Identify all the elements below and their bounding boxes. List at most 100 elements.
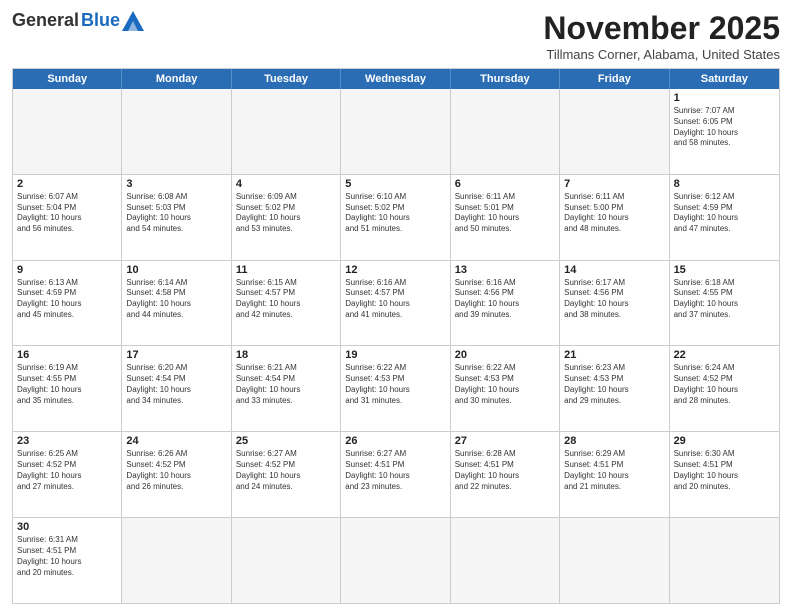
calendar-row-4: 23 Sunrise: 6:25 AM Sunset: 4:52 PM Dayli… [13, 431, 779, 517]
calendar-day-11: 11 Sunrise: 6:15 AM Sunset: 4:57 PM Dayli… [232, 261, 341, 346]
calendar-row-5: 30 Sunrise: 6:31 AM Sunset: 4:51 PM Dayli… [13, 517, 779, 603]
weekday-header-thursday: Thursday [451, 69, 560, 89]
calendar-day-20: 20Sunrise: 6:22 AM Sunset: 4:53 PM Dayli… [451, 346, 560, 431]
day-number: 19 [345, 349, 445, 361]
day-info: Sunrise: 6:11 AM Sunset: 5:00 PM Dayligh… [564, 192, 664, 235]
day-info: Sunrise: 6:28 AM Sunset: 4:51 PM Dayligh… [455, 449, 555, 492]
calendar-day-3: 3Sunrise: 6:08 AM Sunset: 5:03 PM Daylig… [122, 175, 231, 260]
day-info: Sunrise: 6:22 AM Sunset: 4:53 PM Dayligh… [345, 363, 445, 406]
calendar-day-24: 24 Sunrise: 6:26 AM Sunset: 4:52 PM Dayli… [122, 432, 231, 517]
day-info: Sunrise: 6:21 AM Sunset: 4:54 PM Dayligh… [236, 363, 336, 406]
day-number: 11 [236, 264, 336, 276]
calendar-day-4: 4Sunrise: 6:09 AM Sunset: 5:02 PM Daylig… [232, 175, 341, 260]
day-info: Sunrise: 6:20 AM Sunset: 4:54 PM Dayligh… [126, 363, 226, 406]
calendar-day-empty-0-1 [122, 89, 231, 174]
day-number: 16 [17, 349, 117, 361]
day-number: 5 [345, 178, 445, 190]
calendar-day-26: 26 Sunrise: 6:27 AM Sunset: 4:51 PM Dayli… [341, 432, 450, 517]
day-info: Sunrise: 6:31 AM Sunset: 4:51 PM Dayligh… [17, 535, 117, 578]
logo-triangle-icon [122, 11, 144, 31]
day-number: 30 [17, 521, 117, 533]
logo: General Blue [12, 10, 144, 31]
day-info: Sunrise: 6:09 AM Sunset: 5:02 PM Dayligh… [236, 192, 336, 235]
day-number: 24 [126, 435, 226, 447]
calendar-day-empty-5-5 [560, 518, 669, 603]
day-number: 8 [674, 178, 775, 190]
calendar-day-14: 14Sunrise: 6:17 AM Sunset: 4:56 PM Dayli… [560, 261, 669, 346]
logo-blue-text: Blue [81, 10, 120, 31]
day-info: Sunrise: 6:15 AM Sunset: 4:57 PM Dayligh… [236, 278, 336, 321]
calendar-day-9: 9Sunrise: 6:13 AM Sunset: 4:59 PM Daylig… [13, 261, 122, 346]
day-info: Sunrise: 6:27 AM Sunset: 4:51 PM Dayligh… [345, 449, 445, 492]
weekday-header-friday: Friday [560, 69, 669, 89]
title-block: November 2025 Tillmans Corner, Alabama, … [543, 10, 780, 62]
day-number: 25 [236, 435, 336, 447]
calendar-day-empty-5-2 [232, 518, 341, 603]
calendar-day-15: 15Sunrise: 6:18 AM Sunset: 4:55 PM Dayli… [670, 261, 779, 346]
calendar-day-empty-5-4 [451, 518, 560, 603]
calendar-day-empty-0-2 [232, 89, 341, 174]
day-number: 23 [17, 435, 117, 447]
calendar-day-22: 22Sunrise: 6:24 AM Sunset: 4:52 PM Dayli… [670, 346, 779, 431]
day-number: 10 [126, 264, 226, 276]
calendar-day-1: 1Sunrise: 7:07 AM Sunset: 6:05 PM Daylig… [670, 89, 779, 174]
month-title: November 2025 [543, 10, 780, 47]
day-info: Sunrise: 6:16 AM Sunset: 4:56 PM Dayligh… [455, 278, 555, 321]
day-info: Sunrise: 6:25 AM Sunset: 4:52 PM Dayligh… [17, 449, 117, 492]
calendar-day-25: 25Sunrise: 6:27 AM Sunset: 4:52 PM Dayli… [232, 432, 341, 517]
day-number: 2 [17, 178, 117, 190]
day-number: 26 [345, 435, 445, 447]
day-number: 6 [455, 178, 555, 190]
day-number: 13 [455, 264, 555, 276]
calendar-day-empty-0-3 [341, 89, 450, 174]
calendar-day-6: 6Sunrise: 6:11 AM Sunset: 5:01 PM Daylig… [451, 175, 560, 260]
calendar-row-3: 16 Sunrise: 6:19 AM Sunset: 4:55 PM Dayli… [13, 345, 779, 431]
calendar-day-empty-0-4 [451, 89, 560, 174]
location-subtitle: Tillmans Corner, Alabama, United States [543, 47, 780, 62]
day-info: Sunrise: 6:07 AM Sunset: 5:04 PM Dayligh… [17, 192, 117, 235]
calendar: SundayMondayTuesdayWednesdayThursdayFrid… [12, 68, 780, 604]
weekday-header-tuesday: Tuesday [232, 69, 341, 89]
day-number: 28 [564, 435, 664, 447]
calendar-day-empty-5-3 [341, 518, 450, 603]
calendar-day-16: 16 Sunrise: 6:19 AM Sunset: 4:55 PM Dayli… [13, 346, 122, 431]
day-number: 7 [564, 178, 664, 190]
calendar-day-empty-0-0 [13, 89, 122, 174]
day-info: Sunrise: 6:29 AM Sunset: 4:51 PM Dayligh… [564, 449, 664, 492]
weekday-header-saturday: Saturday [670, 69, 779, 89]
page: General Blue November 2025 Tillmans Corn… [0, 0, 792, 612]
day-info: Sunrise: 6:22 AM Sunset: 4:53 PM Dayligh… [455, 363, 555, 406]
day-info: Sunrise: 6:08 AM Sunset: 5:03 PM Dayligh… [126, 192, 226, 235]
day-info: Sunrise: 6:13 AM Sunset: 4:59 PM Dayligh… [17, 278, 117, 321]
day-number: 17 [126, 349, 226, 361]
calendar-day-12: 12 Sunrise: 6:16 AM Sunset: 4:57 PM Dayli… [341, 261, 450, 346]
calendar-day-17: 17 Sunrise: 6:20 AM Sunset: 4:54 PM Dayli… [122, 346, 231, 431]
day-number: 27 [455, 435, 555, 447]
day-info: Sunrise: 7:07 AM Sunset: 6:05 PM Dayligh… [674, 106, 775, 149]
day-info: Sunrise: 6:30 AM Sunset: 4:51 PM Dayligh… [674, 449, 775, 492]
calendar-day-18: 18Sunrise: 6:21 AM Sunset: 4:54 PM Dayli… [232, 346, 341, 431]
calendar-day-2: 2 Sunrise: 6:07 AM Sunset: 5:04 PM Daylig… [13, 175, 122, 260]
calendar-day-19: 19 Sunrise: 6:22 AM Sunset: 4:53 PM Dayli… [341, 346, 450, 431]
weekday-header-wednesday: Wednesday [341, 69, 450, 89]
header: General Blue November 2025 Tillmans Corn… [12, 10, 780, 62]
day-number: 12 [345, 264, 445, 276]
calendar-header: SundayMondayTuesdayWednesdayThursdayFrid… [13, 69, 779, 89]
day-info: Sunrise: 6:26 AM Sunset: 4:52 PM Dayligh… [126, 449, 226, 492]
day-info: Sunrise: 6:24 AM Sunset: 4:52 PM Dayligh… [674, 363, 775, 406]
day-info: Sunrise: 6:23 AM Sunset: 4:53 PM Dayligh… [564, 363, 664, 406]
calendar-day-empty-0-5 [560, 89, 669, 174]
calendar-day-21: 21Sunrise: 6:23 AM Sunset: 4:53 PM Dayli… [560, 346, 669, 431]
calendar-day-29: 29Sunrise: 6:30 AM Sunset: 4:51 PM Dayli… [670, 432, 779, 517]
logo-general-text: General [12, 10, 79, 31]
weekday-header-monday: Monday [122, 69, 231, 89]
calendar-day-27: 27 Sunrise: 6:28 AM Sunset: 4:51 PM Dayli… [451, 432, 560, 517]
day-info: Sunrise: 6:16 AM Sunset: 4:57 PM Dayligh… [345, 278, 445, 321]
calendar-day-28: 28 Sunrise: 6:29 AM Sunset: 4:51 PM Dayli… [560, 432, 669, 517]
day-info: Sunrise: 6:19 AM Sunset: 4:55 PM Dayligh… [17, 363, 117, 406]
day-number: 15 [674, 264, 775, 276]
weekday-header-sunday: Sunday [13, 69, 122, 89]
calendar-day-10: 10Sunrise: 6:14 AM Sunset: 4:58 PM Dayli… [122, 261, 231, 346]
day-info: Sunrise: 6:12 AM Sunset: 4:59 PM Dayligh… [674, 192, 775, 235]
calendar-day-8: 8 Sunrise: 6:12 AM Sunset: 4:59 PM Daylig… [670, 175, 779, 260]
